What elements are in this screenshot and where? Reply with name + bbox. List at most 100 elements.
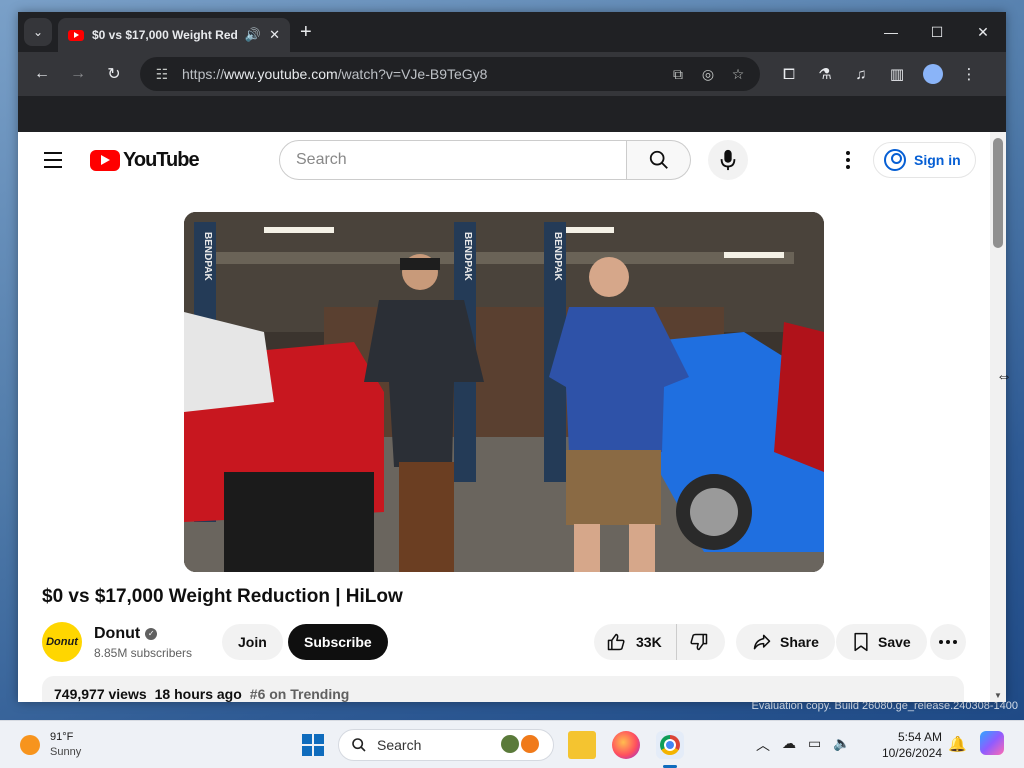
description-box[interactable]: 749,977 views 18 hours ago #6 on Trendin… <box>42 676 964 702</box>
channel-name[interactable]: Donut ✓ <box>94 625 192 643</box>
bookmark-star-icon[interactable]: ☆ <box>728 66 748 83</box>
firefox-icon[interactable] <box>612 731 640 759</box>
side-panel-icon[interactable]: ▥ <box>882 59 912 89</box>
sign-in-label: Sign in <box>914 152 961 168</box>
tab-strip: ⌄ $0 vs $17,000 Weight Reduction | HiLow… <box>18 12 1006 52</box>
system-clock[interactable]: 5:54 AM 10/26/2024 <box>878 729 942 761</box>
cast-icon[interactable]: ⧉ <box>668 66 688 83</box>
maximize-icon[interactable]: ☐ <box>914 12 960 52</box>
close-tab-icon[interactable]: ✕ <box>269 27 280 43</box>
video-player[interactable]: BENDPAK BENDPAK BENDPAK <box>184 212 824 572</box>
eye-off-icon[interactable]: ◎ <box>698 66 718 83</box>
search-input[interactable] <box>279 140 627 180</box>
speaker-icon[interactable]: 🔊 <box>245 27 261 43</box>
channel-avatar[interactable]: Donut <box>42 622 82 662</box>
channel-info: Donut ✓ 8.85M subscribers <box>94 625 192 660</box>
chrome-icon[interactable] <box>656 731 684 759</box>
video-title: $0 vs $17,000 Weight Reduction | HiLow <box>42 586 403 607</box>
like-dislike-group: 33K <box>594 624 725 660</box>
sign-in-button[interactable]: Sign in <box>873 142 976 178</box>
person-right-head <box>589 257 629 297</box>
temperature: 91°F <box>50 730 74 743</box>
like-button[interactable]: 33K <box>594 624 677 660</box>
search-button[interactable] <box>627 140 691 180</box>
weather-condition: Sunny <box>50 745 82 758</box>
labs-flask-icon[interactable]: ⚗ <box>810 59 840 89</box>
person-right-shorts <box>566 450 661 525</box>
file-explorer-icon[interactable] <box>568 731 596 759</box>
subscribe-button[interactable]: Subscribe <box>288 624 388 660</box>
url-host: www.youtube.com <box>224 66 338 82</box>
trending-badge[interactable]: #6 on Trending <box>250 686 350 702</box>
share-arrow-icon <box>753 634 771 650</box>
new-tab-button[interactable]: + <box>300 21 312 44</box>
save-bookmark-icon <box>854 632 868 652</box>
microphone-icon <box>720 149 736 171</box>
youtube-logo-text: YouTube <box>123 148 200 171</box>
youtube-favicon-icon <box>68 29 84 41</box>
volume-muted-icon[interactable]: 🔈 <box>833 735 850 755</box>
notification-bell-icon[interactable]: 🔔 <box>948 735 967 753</box>
url-text[interactable]: https://www.youtube.com/watch?v=VJe-B9Te… <box>182 66 658 82</box>
view-count: 749,977 views <box>54 686 147 702</box>
page-scrollbar[interactable]: ▼ <box>990 132 1006 702</box>
share-button[interactable]: Share <box>736 624 835 660</box>
settings-more-icon[interactable] <box>830 142 866 178</box>
subscriber-count: 8.85M subscribers <box>94 645 193 660</box>
race-seat <box>224 472 374 572</box>
chevron-up-icon[interactable]: ︿ <box>756 735 770 755</box>
extensions-icon[interactable]: ⧠ <box>774 59 804 89</box>
toolbar-right: ⧠ ⚗ ♫ ▥ ⋮ <box>774 59 984 89</box>
guide-menu-icon[interactable] <box>34 140 74 180</box>
join-button[interactable]: Join <box>222 624 283 660</box>
forward-arrow-icon[interactable]: → <box>62 58 94 90</box>
clock-time: 5:54 AM <box>897 730 942 744</box>
window-controls: — ☐ ✕ <box>868 12 1006 52</box>
save-button[interactable]: Save <box>836 624 927 660</box>
dislike-button[interactable] <box>677 624 725 660</box>
windows-taskbar: 91°F Sunny Search ︿ ☁ ▭ 🔈 5:54 AM 10/26/… <box>0 720 1024 768</box>
minimize-icon[interactable]: — <box>868 12 914 52</box>
scroll-down-icon[interactable]: ▼ <box>994 691 1002 700</box>
close-window-icon[interactable]: ✕ <box>960 12 1006 52</box>
search-icon <box>649 150 668 169</box>
weather-widget[interactable]: 91°F Sunny <box>20 730 81 760</box>
windows-start-icon[interactable] <box>302 734 324 756</box>
search-highlight-icon <box>501 735 541 755</box>
more-actions-button[interactable] <box>930 624 966 660</box>
media-control-icon[interactable]: ♫ <box>846 59 876 89</box>
share-label: Share <box>780 634 819 650</box>
chrome-menu-icon[interactable]: ⋮ <box>954 59 984 89</box>
channel-name-text[interactable]: Donut <box>94 625 140 643</box>
sun-icon <box>20 734 40 755</box>
back-arrow-icon[interactable]: ← <box>26 58 58 90</box>
copilot-icon[interactable] <box>980 731 1004 755</box>
profile-avatar-icon[interactable] <box>918 59 948 89</box>
clock-date: 10/26/2024 <box>881 746 942 760</box>
search-form <box>279 140 691 180</box>
url-path: /watch?v=VJe-B9TeGy8 <box>337 66 488 82</box>
network-icon[interactable]: ☁ <box>782 735 796 755</box>
save-label: Save <box>878 634 911 650</box>
youtube-logo[interactable]: YouTube <box>90 148 200 172</box>
lift-brand-label: BENDPAK <box>462 232 473 281</box>
voice-search-button[interactable] <box>708 140 748 180</box>
resize-cursor-icon: ⇔ <box>996 368 1012 385</box>
taskbar-search-icon <box>352 738 366 752</box>
site-info-icon[interactable]: ☷ <box>152 66 172 83</box>
browser-toolbar: ← → ↻ ☷ https://www.youtube.com/watch?v=… <box>18 52 1006 96</box>
weather-text: 91°F Sunny <box>50 730 81 760</box>
display-icon[interactable]: ▭ <box>808 735 821 755</box>
url-scheme: https:// <box>182 66 225 82</box>
youtube-play-icon <box>90 149 120 171</box>
taskbar-search[interactable]: Search <box>338 729 554 761</box>
address-bar[interactable]: ☷ https://www.youtube.com/watch?v=VJe-B9… <box>140 57 760 91</box>
account-icon <box>884 149 906 171</box>
reload-icon[interactable]: ↻ <box>98 58 130 90</box>
lift-brand-label-2: BENDPAK <box>552 232 563 281</box>
person-left-pants <box>399 462 454 572</box>
system-tray: ︿ ☁ ▭ 🔈 <box>756 735 851 755</box>
tab-active[interactable]: $0 vs $17,000 Weight Reduction | HiLow 🔊… <box>58 18 290 52</box>
tab-search-button[interactable]: ⌄ <box>24 18 52 46</box>
scrollbar-thumb[interactable] <box>993 138 1003 248</box>
